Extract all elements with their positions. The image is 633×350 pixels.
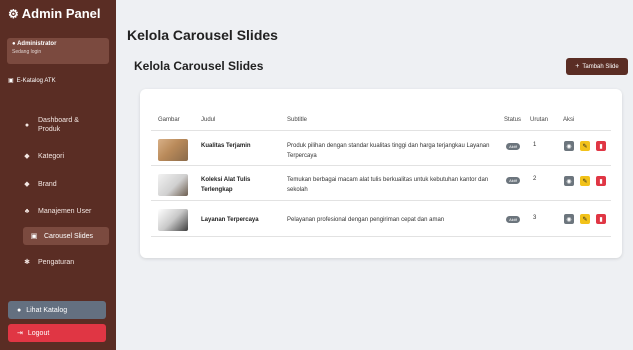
pencil-icon: ✎ bbox=[582, 178, 588, 185]
header-divider bbox=[151, 130, 611, 131]
users-icon: ♣ bbox=[24, 208, 30, 215]
view-button[interactable]: ◉ bbox=[564, 214, 574, 224]
edit-button[interactable]: ✎ bbox=[580, 141, 590, 151]
dashboard-label-1: Dashboard & bbox=[38, 117, 79, 124]
eye-icon: ◉ bbox=[566, 216, 572, 223]
dashboard-label-2: Produk bbox=[38, 126, 61, 133]
slide-thumbnail bbox=[158, 174, 188, 196]
gears-icon: ⚙ bbox=[8, 7, 19, 21]
slide-title: Koleksi Alat Tulis Terlengkap bbox=[201, 177, 251, 193]
sidebar-item-label: Manajemen User bbox=[38, 208, 92, 215]
slide-order: 3 bbox=[533, 215, 537, 221]
view-button[interactable]: ◉ bbox=[564, 176, 574, 186]
sidebar-item-users[interactable]: ♣ Manajemen User bbox=[22, 208, 112, 215]
logout-icon: ⇥ bbox=[17, 330, 23, 337]
catalog-link[interactable]: ▣ E-Katalog ATK bbox=[8, 77, 56, 84]
row-divider bbox=[151, 200, 611, 201]
sidebar-item-kategori[interactable]: ◆ Kategori bbox=[22, 152, 112, 161]
tag-icon: ◆ bbox=[24, 153, 30, 160]
trash-icon: ▮ bbox=[599, 216, 603, 223]
add-slide-label: Tambah Slide bbox=[582, 63, 619, 70]
user-name-text: Administrator bbox=[17, 41, 57, 47]
trash-icon: ▮ bbox=[599, 178, 603, 185]
row-divider bbox=[151, 236, 611, 237]
globe-icon: ● bbox=[17, 306, 22, 314]
sidebar-item-label: Brand bbox=[38, 180, 57, 188]
bookmark-icon: ◆ bbox=[24, 181, 30, 188]
brand[interactable]: ⚙ Admin Panel bbox=[8, 6, 101, 21]
delete-button[interactable]: ▮ bbox=[596, 214, 606, 224]
plus-icon: + bbox=[575, 63, 580, 70]
row-divider bbox=[151, 165, 611, 166]
brand-title: Admin Panel bbox=[21, 6, 101, 21]
sidebar-item-label: Dashboard & Produk bbox=[38, 116, 79, 134]
slide-subtitle: Produk pilihan dengan standar kualitas t… bbox=[287, 143, 490, 159]
eye-icon: ◉ bbox=[566, 143, 572, 150]
slide-title: Kualitas Terjamin bbox=[201, 143, 251, 149]
images-icon: ▣ bbox=[30, 233, 38, 240]
delete-button[interactable]: ▮ bbox=[596, 141, 606, 151]
slide-thumbnail bbox=[158, 209, 188, 231]
view-catalog-button[interactable]: ● Lihat Katalog bbox=[8, 301, 106, 319]
user-status: Sedang login bbox=[12, 49, 42, 55]
catalog-icon: ▣ bbox=[8, 78, 14, 84]
sidebar-item-dashboard[interactable]: ● Dashboard & Produk bbox=[22, 116, 112, 134]
status-badge: Aktif bbox=[506, 143, 520, 150]
view-catalog-label: Lihat Katalog bbox=[26, 306, 68, 314]
sidebar: ⚙ Admin Panel ● Administrator Sedang logi… bbox=[0, 0, 116, 350]
column-header-subtitle: Subtitle bbox=[287, 117, 308, 123]
user-box: ● Administrator Sedang login bbox=[7, 38, 109, 64]
sidebar-item-label: Kategori bbox=[38, 152, 65, 160]
add-slide-button[interactable]: + Tambah Slide bbox=[566, 58, 628, 75]
user-icon: ● bbox=[12, 41, 16, 47]
section-title: Kelola Carousel Slides bbox=[134, 59, 264, 73]
speedometer-icon: ● bbox=[24, 121, 30, 129]
pencil-icon: ✎ bbox=[582, 216, 588, 223]
column-header-image: Gambar bbox=[158, 117, 180, 123]
column-header-status: Status bbox=[504, 117, 522, 123]
trash-icon: ▮ bbox=[599, 143, 603, 150]
sidebar-item-label: Pengaturan bbox=[38, 258, 75, 266]
edit-button[interactable]: ✎ bbox=[580, 214, 590, 224]
gear-icon: ✱ bbox=[24, 259, 30, 266]
delete-button[interactable]: ▮ bbox=[596, 176, 606, 186]
slide-order: 1 bbox=[533, 142, 537, 148]
logout-button[interactable]: ⇥ Logout bbox=[8, 324, 106, 342]
sidebar-item-label: Carousel Slides bbox=[44, 232, 94, 240]
slide-thumbnail bbox=[158, 139, 188, 161]
catalog-link-text: E-Katalog ATK bbox=[16, 78, 56, 84]
column-header-title: Judul bbox=[201, 117, 216, 123]
user-name: ● Administrator bbox=[12, 41, 104, 47]
eye-icon: ◉ bbox=[566, 178, 572, 185]
edit-button[interactable]: ✎ bbox=[580, 176, 590, 186]
column-header-actions: Aksi bbox=[563, 117, 575, 123]
pencil-icon: ✎ bbox=[582, 143, 588, 150]
slide-subtitle: Pelayanan profesional dengan pengiriman … bbox=[287, 217, 445, 223]
status-badge: Aktif bbox=[506, 216, 520, 223]
slide-subtitle: Temukan berbagai macam alat tulis berkua… bbox=[287, 177, 489, 193]
sidebar-item-brand[interactable]: ◆ Brand bbox=[22, 180, 112, 189]
column-header-order: Urutan bbox=[530, 117, 549, 123]
slide-order: 2 bbox=[533, 176, 537, 182]
sidebar-item-carousel[interactable]: ▣ Carousel Slides bbox=[23, 227, 109, 245]
slide-title: Layanan Terpercaya bbox=[201, 217, 259, 223]
logout-label: Logout bbox=[27, 329, 50, 337]
slides-table-card bbox=[140, 89, 622, 258]
view-button[interactable]: ◉ bbox=[564, 141, 574, 151]
status-badge: Aktif bbox=[506, 177, 520, 184]
page-title: Kelola Carousel Slides bbox=[127, 27, 278, 43]
sidebar-item-settings[interactable]: ✱ Pengaturan bbox=[22, 258, 112, 267]
